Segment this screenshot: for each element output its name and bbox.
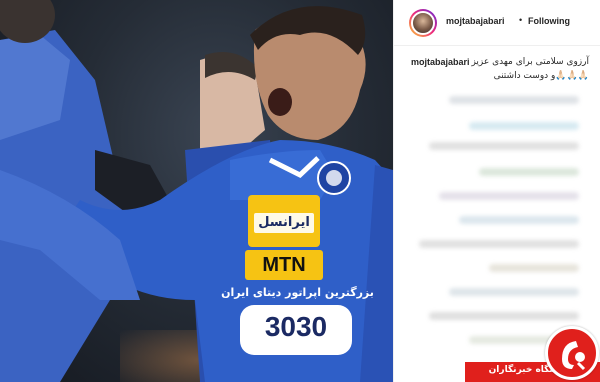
following-button[interactable]: Following: [528, 16, 570, 26]
caption-text-line-1: آرزوی سلامتی برای مهدی عزیز: [471, 57, 589, 67]
post-header: mojtabajabari • Following: [394, 0, 600, 46]
avatar[interactable]: [409, 9, 437, 37]
caption-text-line-2: 🙏🏻🙏🏻🙏🏻و دوست داشتنی: [493, 71, 589, 81]
post-side-panel: mojtabajabari • Following mojtabajabari …: [393, 0, 600, 382]
news-agency-logo-icon: [545, 326, 599, 380]
jersey-text: بزرگترین اپراتور دیتای ایران: [221, 286, 374, 299]
separator-dot: •: [519, 15, 523, 25]
post-photo[interactable]: ایرانسل MTN بزرگترین اپراتور دیتای ایران…: [0, 0, 393, 382]
jersey-sponsor-brand: MTN: [262, 254, 306, 276]
jersey-sponsor-top: ایرانسل: [258, 215, 310, 230]
jersey-number-block: 3030: [264, 311, 328, 342]
caption-username[interactable]: mojtabajabari: [411, 57, 470, 67]
blurred-comments: [409, 92, 594, 352]
header-username[interactable]: mojtabajabari: [446, 16, 505, 26]
